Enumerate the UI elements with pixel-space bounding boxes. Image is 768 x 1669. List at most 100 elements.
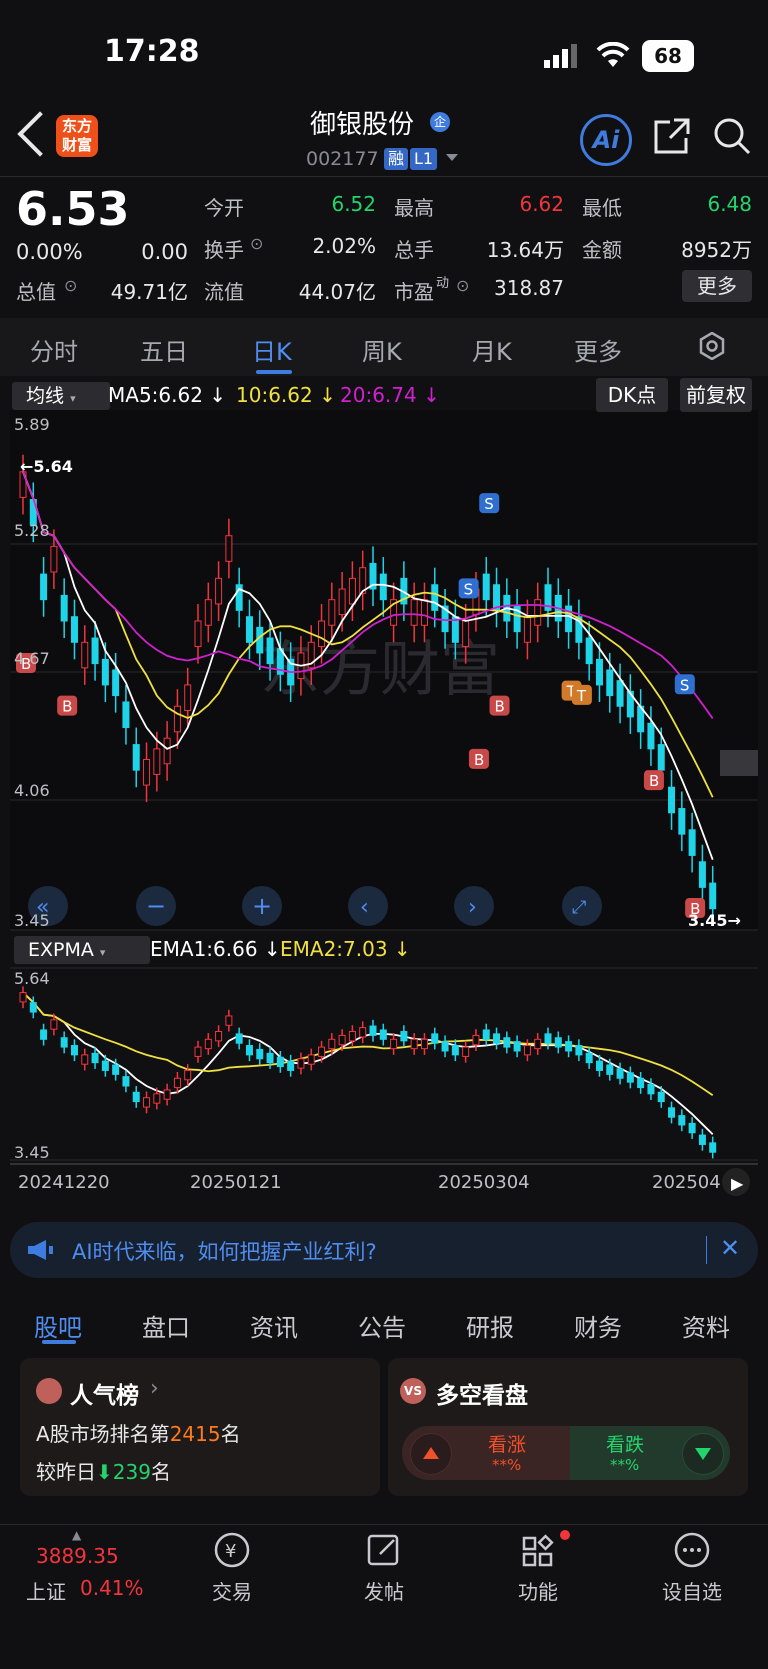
- candle: [616, 680, 624, 707]
- candle: [266, 637, 274, 665]
- expma-dropdown[interactable]: EXPMA ▾: [14, 936, 150, 964]
- tab-guba[interactable]: 股吧: [34, 1308, 82, 1343]
- candle: [60, 1037, 68, 1048]
- ma-dropdown[interactable]: 均线 ▾: [12, 382, 110, 410]
- candle: [369, 1025, 377, 1036]
- candle: [431, 584, 439, 611]
- ma10-value: 10:6.62 ↓: [236, 383, 336, 407]
- candle: [81, 641, 89, 669]
- candle: [657, 1091, 665, 1103]
- index-change[interactable]: 0.41%: [80, 1576, 144, 1600]
- zoom-out-icon[interactable]: −: [146, 892, 166, 920]
- candle: [91, 637, 99, 665]
- change-amount: 0.00: [141, 240, 188, 264]
- fullscreen-icon[interactable]: ⤢: [572, 897, 587, 918]
- expma-y-bottom: 3.45: [14, 1143, 50, 1162]
- signal-label: B: [495, 698, 505, 716]
- candle: [441, 1041, 449, 1052]
- candle: [420, 599, 428, 626]
- mktcap-value: 49.71亿: [110, 280, 188, 304]
- turnover-label: 换手: [204, 238, 244, 262]
- pan-right-icon[interactable]: ›: [468, 895, 477, 920]
- bear-label: 看跌: [606, 1434, 645, 1456]
- rank-prefix: A股市场排名第: [36, 1422, 170, 1446]
- candle: [132, 744, 140, 771]
- rank-value: 2415: [169, 1422, 221, 1446]
- candle: [565, 1041, 573, 1052]
- bear-button[interactable]: [682, 1433, 724, 1475]
- trade-icon[interactable]: ¥: [192, 1530, 272, 1578]
- signal-label: B: [649, 772, 659, 790]
- candle: [328, 1038, 336, 1050]
- info-icon[interactable]: ⊙: [64, 276, 77, 295]
- candle: [29, 1002, 37, 1013]
- candle: [153, 748, 161, 775]
- pan-left-icon[interactable]: ‹: [360, 895, 369, 920]
- tab-pankou[interactable]: 盘口: [142, 1308, 190, 1343]
- candle: [173, 705, 181, 733]
- high-label: 最高: [394, 196, 434, 220]
- tab-profile[interactable]: 资料: [682, 1308, 730, 1343]
- info-icon[interactable]: ⊙: [250, 234, 263, 253]
- candle: [657, 744, 665, 771]
- tab-more[interactable]: 更多: [574, 332, 622, 367]
- nav-watchlist[interactable]: 设自选: [652, 1576, 732, 1605]
- nav-functions[interactable]: 功能: [498, 1576, 578, 1605]
- expma-dropdown-label: EXPMA: [28, 939, 94, 961]
- pe-value: 318.87: [494, 276, 564, 300]
- more-dots-icon[interactable]: [652, 1530, 732, 1578]
- tab-daily-k[interactable]: 日K: [252, 332, 292, 367]
- scroll-right-icon[interactable]: ▶: [731, 1174, 744, 1193]
- tab-five-day[interactable]: 五日: [140, 332, 188, 367]
- tab-weekly-k[interactable]: 周K: [362, 332, 402, 367]
- zoom-in-icon[interactable]: +: [252, 892, 272, 920]
- stock-code: 002177: [306, 148, 379, 170]
- chevron-right-icon[interactable]: ›: [150, 1376, 159, 1401]
- level-tag: L1: [410, 148, 438, 170]
- candle: [585, 1052, 593, 1064]
- candle: [585, 637, 593, 665]
- bull-value: **%: [492, 1456, 522, 1474]
- tab-monthly-k[interactable]: 月K: [472, 332, 512, 367]
- candle: [184, 1069, 192, 1081]
- candle: [606, 669, 614, 697]
- tab-news[interactable]: 资讯: [250, 1308, 298, 1343]
- chevron-down-icon[interactable]: [446, 154, 458, 161]
- candle: [637, 1077, 645, 1089]
- candle: [503, 1037, 511, 1048]
- candle: [40, 573, 48, 601]
- candle: [462, 1046, 470, 1057]
- candle: [606, 1064, 614, 1075]
- ai-button[interactable]: Ai: [580, 114, 632, 166]
- dk-point-button[interactable]: DK点: [596, 378, 668, 412]
- share-icon[interactable]: [652, 116, 692, 160]
- tab-intraday[interactable]: 分时: [30, 332, 78, 367]
- high-marker: ←5.64: [20, 457, 73, 476]
- adjust-button[interactable]: 前复权: [680, 378, 752, 412]
- candle: [245, 616, 253, 643]
- ema1-value: EMA1:6.66 ↓: [150, 937, 281, 961]
- candle: [493, 1033, 501, 1044]
- settings-icon[interactable]: [698, 331, 726, 364]
- ema2-value: EMA2:7.03 ↓: [280, 937, 411, 961]
- nav-post[interactable]: 发帖: [344, 1576, 424, 1605]
- nav-trade[interactable]: 交易: [192, 1576, 272, 1605]
- index-value[interactable]: 3889.35: [36, 1544, 119, 1568]
- kline-chart[interactable]: 东方财富 BBSSBBT TBSB « − + ‹ › ⤢ 5.89 5.28 4…: [0, 380, 768, 1210]
- ema1-label: EMA1:6.66: [150, 937, 258, 961]
- info-icon[interactable]: ⊙: [456, 276, 469, 295]
- post-icon[interactable]: [344, 1530, 424, 1578]
- more-button[interactable]: 更多: [682, 270, 752, 302]
- close-icon[interactable]: ✕: [720, 1234, 740, 1262]
- tab-research[interactable]: 研报: [466, 1308, 514, 1343]
- index-name[interactable]: 上证: [26, 1576, 66, 1605]
- bull-button[interactable]: [410, 1433, 452, 1475]
- tab-finance[interactable]: 财务: [574, 1308, 622, 1343]
- banner-text[interactable]: AI时代来临，如何把握产业红利?: [72, 1236, 377, 1266]
- search-icon[interactable]: [712, 116, 752, 160]
- candle: [698, 1134, 706, 1145]
- rank-change-value: 239: [112, 1460, 151, 1484]
- tab-announcements[interactable]: 公告: [358, 1308, 406, 1343]
- candle: [297, 1058, 305, 1069]
- candle: [595, 658, 603, 686]
